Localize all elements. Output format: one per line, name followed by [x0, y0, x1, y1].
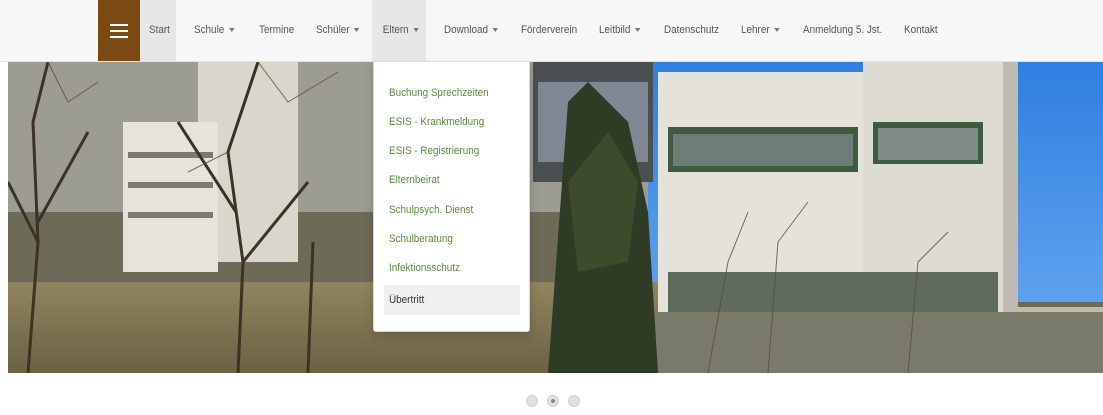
caret-down-icon: [492, 28, 498, 33]
nav-kontakt[interactable]: Kontakt: [904, 0, 938, 61]
nav-foerderverein[interactable]: Förderverein: [521, 0, 577, 61]
dropdown-item-buchung-sprechzeiten[interactable]: Buchung Sprechzeiten: [374, 78, 520, 108]
school-building-photo: [8, 62, 1103, 373]
hamburger-icon: [110, 23, 128, 38]
nav-termine[interactable]: Termine: [259, 0, 294, 61]
nav-lehrer[interactable]: Lehrer: [741, 0, 780, 61]
dropdown-item-esis-krankmeldung[interactable]: ESIS - Krankmeldung: [374, 107, 520, 137]
dropdown-item-esis-registrierung[interactable]: ESIS - Registrierung: [374, 136, 520, 166]
nav-leitbild[interactable]: Leitbild: [599, 0, 641, 61]
caret-down-icon: [774, 28, 780, 33]
nav-datenschutz[interactable]: Datenschutz: [664, 0, 719, 61]
hero-carousel-slide[interactable]: [8, 62, 1103, 373]
carousel-dot[interactable]: [568, 395, 580, 407]
dropdown-item-uebertritt[interactable]: Übertritt: [384, 285, 520, 315]
carousel-dot[interactable]: [526, 395, 538, 407]
nav-schueler[interactable]: Schüler: [316, 0, 360, 61]
caret-down-icon: [354, 28, 360, 33]
nav-schule[interactable]: Schule: [194, 0, 235, 61]
caret-down-icon: [413, 28, 419, 33]
menu-toggle-button[interactable]: [98, 0, 140, 61]
nav-anmeldung[interactable]: Anmeldung 5. Jst.: [803, 0, 882, 61]
nav-download[interactable]: Download: [444, 0, 498, 61]
carousel-dot-active[interactable]: [547, 395, 559, 407]
nav-start[interactable]: Start: [140, 0, 176, 61]
main-navbar: Start Schule Termine Schüler Eltern Down…: [0, 0, 1103, 62]
dropdown-item-schulberatung[interactable]: Schulberatung: [374, 224, 520, 254]
caret-down-icon: [228, 28, 235, 33]
eltern-dropdown-menu: Buchung Sprechzeiten ESIS - Krankmeldung…: [373, 62, 530, 332]
dropdown-item-infektionsschutz[interactable]: Infektionsschutz: [374, 253, 520, 283]
dropdown-item-schulpsych-dienst[interactable]: Schulpsych. Dienst: [374, 195, 520, 225]
dropdown-item-elternbeirat[interactable]: Elternbeirat: [374, 165, 520, 195]
carousel-indicators: [526, 395, 586, 409]
caret-down-icon: [634, 28, 641, 33]
nav-eltern[interactable]: Eltern: [372, 0, 426, 61]
